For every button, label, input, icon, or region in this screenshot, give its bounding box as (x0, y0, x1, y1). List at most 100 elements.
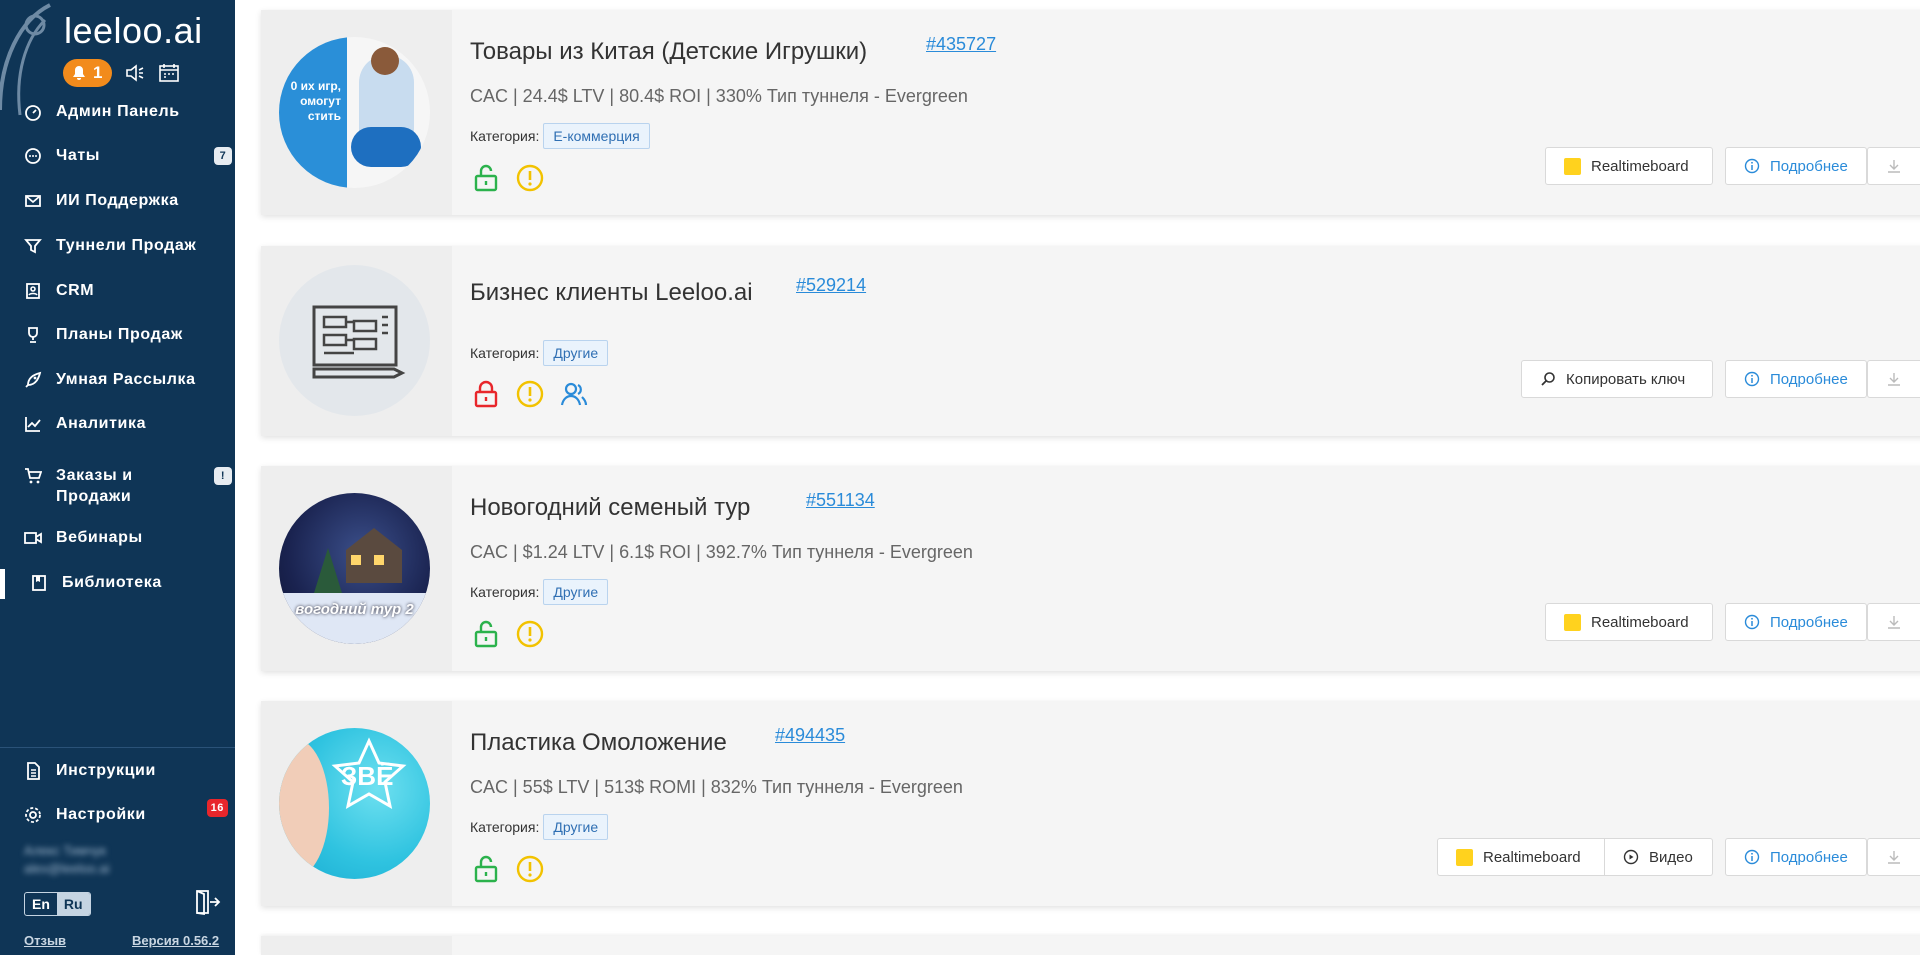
realtimeboard-icon (1564, 613, 1581, 631)
user-info[interactable]: Алекс Тимчук alex@leeloo.ai (24, 842, 144, 882)
card-image[interactable]: вогодний тур 2 (279, 493, 430, 644)
info-icon (1744, 614, 1760, 630)
card-image[interactable]: 0 их игр, омогут стить (279, 37, 430, 188)
user-email: alex@leeloo.ai (24, 861, 110, 876)
sidebar-item-ai-support[interactable]: ИИ Поддержка (0, 183, 235, 219)
trophy-icon (28, 327, 38, 343)
lang-en-button[interactable]: En (25, 893, 57, 915)
realtimeboard-button[interactable]: Realtimeboard (1545, 603, 1713, 641)
sidebar-item-label: Библиотека (62, 574, 162, 591)
funnel-card: 0 их игр, омогут стить Товары из Китая (… (261, 10, 1920, 215)
lock-open-icon[interactable] (471, 163, 501, 193)
whiteboard-illustration-icon (312, 305, 406, 379)
video-button[interactable]: Видео (1605, 838, 1713, 876)
download-icon (1888, 616, 1900, 629)
download-button[interactable] (1867, 147, 1920, 185)
language-toggle: En Ru (24, 892, 91, 916)
lang-ru-button[interactable]: Ru (56, 893, 90, 915)
chats-badge: 7 (214, 147, 232, 165)
category-tag[interactable]: Другие (543, 579, 609, 605)
chart-icon (25, 417, 41, 432)
warning-icon[interactable] (515, 854, 545, 884)
video-label: Видео (1649, 848, 1693, 866)
download-button[interactable] (1867, 603, 1920, 641)
card-thumbnail (261, 246, 452, 436)
card-image[interactable]: ЗВЁ (279, 728, 430, 879)
category-label: Категория: (470, 128, 540, 144)
lock-open-icon[interactable] (471, 619, 501, 649)
sidebar-item-orders[interactable]: Заказы и Продажи ! (0, 465, 235, 511)
card-id-link[interactable]: #551134 (806, 490, 875, 511)
category-tag[interactable]: Другие (543, 814, 609, 840)
card-id-link[interactable]: #494435 (775, 725, 845, 746)
sidebar-item-label-line2: Продажи (56, 488, 132, 505)
card-id-link[interactable]: #435727 (926, 34, 996, 55)
funnel-icon (24, 239, 42, 254)
logout-icon[interactable] (193, 888, 221, 916)
sidebar-item-smart-mailing[interactable]: Умная Рассылка (0, 362, 235, 398)
card-title[interactable]: Товары из Китая (Детские Игрушки) (470, 38, 867, 66)
download-button[interactable] (1867, 360, 1920, 398)
category-tag[interactable]: Другие (543, 340, 609, 366)
lock-closed-icon[interactable] (471, 379, 501, 409)
lock-open-icon[interactable] (471, 854, 501, 884)
card-metrics: CAC | 24.4$ LTV | 80.4$ ROI | 330% Тип т… (470, 86, 968, 106)
sidebar-item-label: ИИ Поддержка (56, 192, 179, 209)
calendar-icon[interactable] (158, 62, 180, 84)
download-icon (1888, 373, 1900, 386)
sidebar-item-library[interactable]: Библиотека (0, 565, 235, 601)
feedback-link[interactable]: Отзыв (24, 933, 66, 948)
sound-icon[interactable] (124, 62, 146, 84)
sidebar-item-chats[interactable]: Чаты 7 (0, 138, 235, 174)
card-image[interactable] (279, 265, 430, 416)
details-button[interactable]: Подробнее (1725, 838, 1867, 876)
dashboard-icon (25, 105, 41, 121)
card-title[interactable]: Новогодний семеный тур (470, 494, 750, 522)
realtimeboard-button[interactable]: Realtimeboard (1437, 838, 1605, 876)
funnel-card (261, 936, 1920, 955)
sidebar: leeloo.ai 1 Админ Панель Чаты 7 ИИ Подде… (0, 0, 235, 955)
version-link[interactable]: Версия 0.56.2 (132, 933, 219, 948)
card-title[interactable]: Бизнес клиенты Leeloo.ai (470, 279, 753, 307)
sidebar-item-label: Умная Рассылка (56, 371, 196, 388)
settings-badge: 16 (206, 799, 228, 817)
details-label: Подробнее (1770, 613, 1848, 631)
download-button[interactable] (1867, 838, 1920, 876)
sidebar-item-settings[interactable]: Настройки 16 (0, 797, 235, 833)
card-metrics: CAC | 55$ LTV | 513$ ROMI | 832% Тип тун… (470, 777, 963, 797)
card-status-icons (471, 163, 545, 193)
info-icon (1744, 371, 1760, 387)
logo[interactable]: leeloo.ai (64, 10, 203, 52)
card-title[interactable]: Пластика Омоложение (470, 729, 727, 757)
sidebar-item-label: Аналитика (56, 415, 147, 432)
sidebar-item-label: Планы Продаж (56, 326, 183, 343)
sidebar-item-sales-plans[interactable]: Планы Продаж (0, 317, 235, 353)
card-id-link[interactable]: #529214 (796, 275, 866, 296)
notifications-button[interactable]: 1 (63, 59, 113, 87)
category-label: Категория: (470, 819, 540, 835)
sidebar-item-instructions[interactable]: Инструкции (0, 753, 235, 789)
users-icon[interactable] (559, 379, 589, 409)
details-label: Подробнее (1770, 848, 1848, 866)
details-button[interactable]: Подробнее (1725, 603, 1867, 641)
sidebar-item-crm[interactable]: CRM (0, 273, 235, 309)
warning-icon[interactable] (515, 163, 545, 193)
details-button[interactable]: Подробнее (1725, 360, 1867, 398)
sidebar-quick-actions: 1 (63, 59, 180, 87)
copy-key-label: Копировать ключ (1566, 370, 1686, 388)
details-label: Подробнее (1770, 370, 1848, 388)
bell-icon (73, 66, 85, 80)
realtimeboard-button[interactable]: Realtimeboard (1545, 147, 1713, 185)
sidebar-item-analytics[interactable]: Аналитика (0, 406, 235, 442)
warning-icon[interactable] (515, 379, 545, 409)
realtimeboard-icon (1564, 157, 1581, 175)
sidebar-item-label: Заказы и Продажи (56, 465, 133, 507)
sidebar-item-admin[interactable]: Админ Панель (0, 94, 235, 130)
sidebar-item-funnels[interactable]: Туннели Продаж (0, 228, 235, 264)
details-button[interactable]: Подробнее (1725, 147, 1867, 185)
sidebar-item-webinars[interactable]: Вебинары (0, 520, 235, 556)
card-status-icons (471, 854, 545, 884)
copy-key-button[interactable]: Копировать ключ (1521, 360, 1713, 398)
warning-icon[interactable] (515, 619, 545, 649)
category-tag[interactable]: Е-коммерция (543, 123, 650, 149)
